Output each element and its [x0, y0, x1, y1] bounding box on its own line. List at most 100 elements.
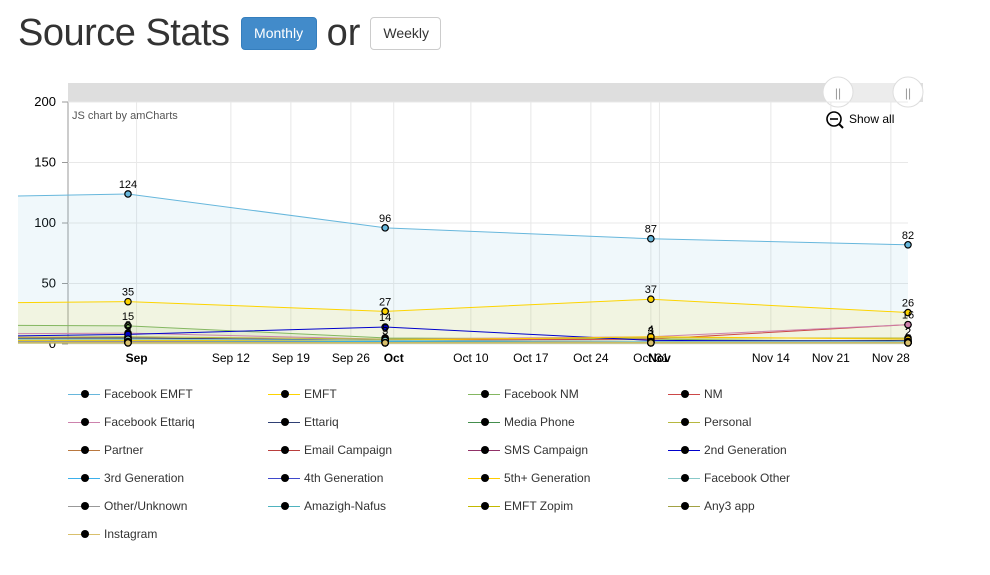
legend-marker-dot: [281, 474, 289, 482]
x-tick-label: Oct: [384, 351, 404, 365]
legend-item[interactable]: Email Campaign: [268, 440, 392, 460]
legend-item[interactable]: Facebook Ettariq: [68, 412, 195, 432]
legend-item[interactable]: Facebook Other: [668, 468, 790, 488]
series-group: [18, 190, 912, 347]
legend-label: Email Campaign: [304, 443, 393, 457]
legend-marker: [268, 415, 300, 429]
legend-marker: [668, 443, 700, 457]
data-point: [904, 240, 912, 249]
legend-marker-dot: [281, 390, 289, 398]
x-tick-label: Sep 26: [332, 351, 370, 365]
data-label: 96: [379, 213, 391, 225]
x-tick-label: Sep 19: [272, 351, 310, 365]
legend-marker-dot: [681, 418, 689, 426]
data-label: 37: [645, 284, 657, 296]
legend-item[interactable]: Facebook EMFT: [68, 384, 193, 404]
data-label: 87: [645, 224, 657, 236]
legend-marker: [668, 415, 700, 429]
legend-item[interactable]: Facebook NM: [468, 384, 579, 404]
data-point: [381, 224, 389, 232]
legend-marker-dot: [81, 418, 89, 426]
legend-item[interactable]: 2nd Generation: [668, 440, 787, 460]
legend-item[interactable]: SMS Campaign: [468, 440, 588, 460]
legend-item[interactable]: Any3 app: [668, 496, 755, 516]
legend-marker-dot: [481, 502, 489, 510]
data-label: 8: [125, 319, 131, 331]
legend-label: Amazigh-Nafus: [304, 499, 387, 513]
data-point: [904, 338, 912, 347]
legend-marker-dot: [81, 390, 89, 398]
legend-marker-dot: [681, 474, 689, 482]
legend-label: 5th+ Generation: [504, 471, 591, 485]
legend-marker: [68, 527, 100, 541]
legend-marker-dot: [81, 474, 89, 482]
legend-label: Partner: [104, 443, 144, 457]
legend-item[interactable]: 3rd Generation: [68, 468, 184, 488]
legend-item[interactable]: Media Phone: [468, 412, 575, 432]
data-label: 2: [905, 327, 911, 339]
data-point: [647, 295, 655, 304]
legend-item[interactable]: EMFT Zopim: [468, 496, 573, 516]
legend-label: Facebook Other: [704, 471, 791, 485]
data-label: 124: [119, 179, 137, 191]
x-tick-label: Nov 14: [752, 351, 790, 365]
legend-label: Any3 app: [704, 499, 755, 513]
x-tick-label: Oct 10: [453, 351, 489, 365]
legend-marker-dot: [681, 502, 689, 510]
x-tick-label: Oct 24: [573, 351, 609, 365]
legend-item[interactable]: Partner: [68, 440, 143, 460]
legend-label: Other/Unknown: [104, 499, 188, 513]
data-label: 14: [379, 312, 391, 324]
zoom-out-icon-handle: [838, 123, 844, 129]
data-label: 82: [902, 230, 914, 242]
legend-marker-dot: [481, 418, 489, 426]
y-tick-label: 200: [34, 94, 56, 109]
legend-label: NM: [704, 387, 723, 401]
data-label: 3: [382, 325, 388, 337]
legend-marker-dot: [481, 390, 489, 398]
legend-item[interactable]: Ettariq: [268, 412, 339, 432]
legend-marker-dot: [681, 390, 689, 398]
data-label: 35: [122, 287, 134, 299]
legend-item[interactable]: Other/Unknown: [68, 496, 187, 516]
legend-marker: [468, 443, 500, 457]
legend-marker: [468, 415, 500, 429]
legend-marker: [268, 387, 300, 401]
legend-marker: [468, 471, 500, 485]
y-tick-label: 150: [34, 155, 56, 170]
x-tick-label: Sep 12: [212, 351, 250, 365]
chart-scrollbar[interactable]: [68, 83, 923, 102]
amcharts-credit[interactable]: JS chart by amCharts: [72, 110, 178, 122]
scrollbar-left-handle-glyph: ||: [835, 86, 841, 100]
data-label: 26: [902, 298, 914, 310]
legend-item[interactable]: 4th Generation: [268, 468, 383, 488]
legend-label: 3rd Generation: [104, 471, 185, 485]
show-all-button[interactable]: Show all: [849, 112, 894, 126]
legend-label: SMS Campaign: [504, 443, 589, 457]
legend-marker: [468, 499, 500, 513]
legend-marker: [668, 387, 700, 401]
legend-item[interactable]: Amazigh-Nafus: [268, 496, 386, 516]
legend-marker: [268, 499, 300, 513]
data-point: [124, 338, 132, 347]
legend-marker-dot: [281, 502, 289, 510]
x-tick-label: Nov 28: [872, 351, 910, 365]
legend-label: Instagram: [104, 527, 158, 541]
legend-marker: [68, 443, 100, 457]
legend-marker: [68, 471, 100, 485]
x-tick-label: Nov: [648, 351, 671, 365]
data-point: [124, 297, 132, 306]
legend-item[interactable]: 5th+ Generation: [468, 468, 590, 488]
legend-item[interactable]: Instagram: [68, 524, 157, 544]
legend-item[interactable]: NM: [668, 384, 723, 404]
legend-item[interactable]: EMFT: [268, 384, 337, 404]
legend-label: 2nd Generation: [704, 443, 787, 457]
legend-label: Ettariq: [304, 415, 339, 429]
legend-marker-dot: [481, 474, 489, 482]
legend-marker-dot: [281, 418, 289, 426]
legend-item[interactable]: Personal: [668, 412, 751, 432]
legend-marker: [668, 471, 700, 485]
legend-label: EMFT Zopim: [504, 499, 574, 513]
data-point: [381, 338, 389, 347]
legend-marker: [268, 471, 300, 485]
